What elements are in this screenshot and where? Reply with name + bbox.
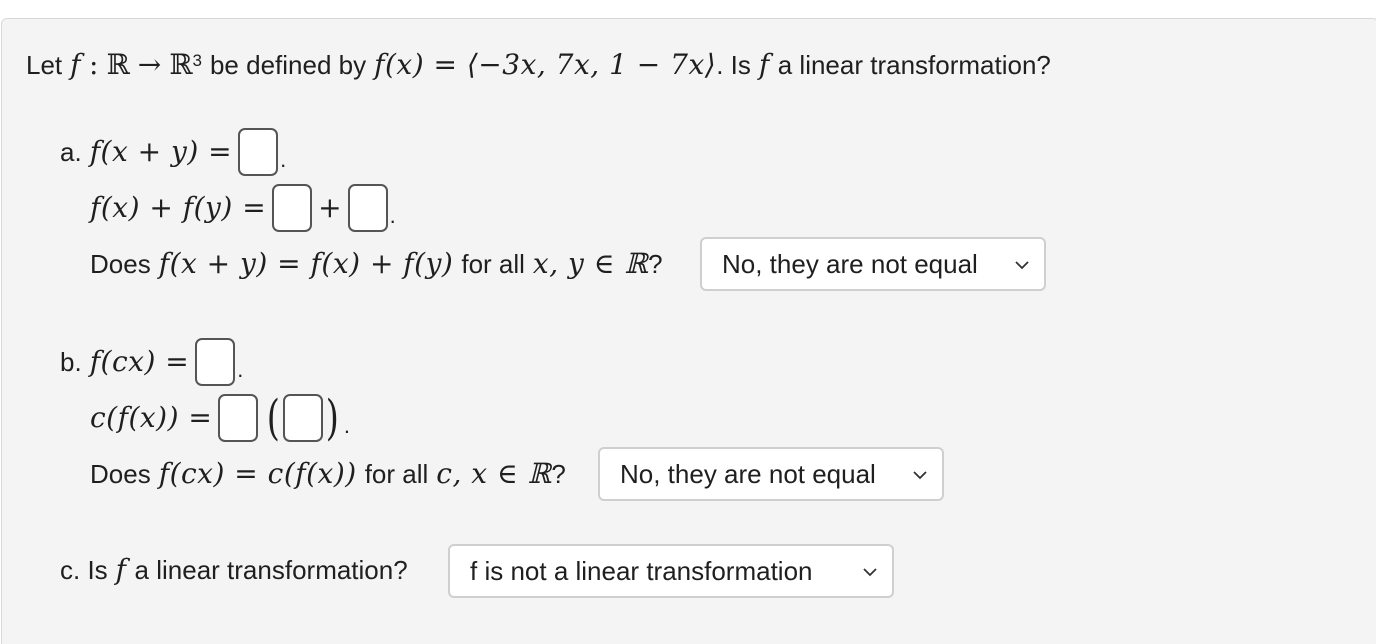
part-b-label: b. (60, 347, 82, 377)
function-symbol: f (70, 48, 82, 81)
part-b-lhs2: c(f(x)) = (90, 401, 213, 434)
be-defined-by: be defined by (209, 50, 367, 80)
part-c-dropdown-value: f is not a linear transformation (470, 555, 813, 586)
answer-box-a2[interactable] (272, 184, 313, 232)
part-b-dropdown-value: No, they are not equal (620, 458, 876, 489)
part-a-dropdown[interactable]: No, they are not equal (700, 237, 1046, 291)
plus-sign: + (318, 191, 342, 224)
answer-box-b2[interactable] (218, 394, 259, 442)
left-paren: ( (267, 390, 281, 446)
chevron-down-icon (863, 568, 877, 577)
answer-box-a3[interactable] (347, 184, 388, 232)
part-b-dropdown[interactable]: No, they are not equal (598, 447, 944, 501)
right-paren: ) (325, 390, 340, 446)
part-a-for-all: for all (461, 249, 525, 279)
part-b-line-2: c(f(x)) = ( ) . (90, 394, 350, 442)
function-symbol-c: f (115, 553, 127, 586)
part-c-text: a linear transformation? (134, 555, 408, 585)
period: . (343, 413, 350, 438)
function-symbol-2: f (758, 48, 770, 81)
part-b-lhs1: f(cx) = (89, 345, 190, 378)
part-a-line-1: a. f(x + y) = . (60, 128, 286, 176)
part-c-label: c. Is (60, 555, 108, 585)
question-linear: a linear transformation? (777, 50, 1051, 80)
function-definition: f(x) = ⟨−3x, 7x, 1 − 7x⟩ (374, 48, 717, 81)
part-a-line-2: f(x) + f(y) = + . (90, 184, 396, 232)
answer-box-b1[interactable] (195, 338, 236, 386)
period: . (389, 203, 396, 228)
part-a-qmark: ? (648, 249, 663, 279)
part-b-qmark: ? (551, 459, 566, 489)
part-a-lhs2: f(x) + f(y) = (90, 191, 267, 224)
part-b-line-3: Does f(cx) = c(f(x)) for all c, x ∈ ℝ ? (90, 458, 566, 490)
arrow: → (137, 48, 162, 81)
question-text: Let f : ℝ → ℝ3 be defined by f(x) = ⟨−3x… (26, 49, 1051, 81)
part-b-for-all: for all (364, 459, 429, 489)
part-a-vars: x, y ∈ ℝ (532, 247, 649, 280)
part-c-line: c. Is f a linear transformation? (60, 554, 408, 586)
part-a-lhs1: f(x + y) = (89, 135, 233, 168)
part-a-dropdown-value: No, they are not equal (722, 248, 978, 279)
colon: : (89, 48, 99, 81)
period: . (237, 357, 244, 382)
period: . (280, 147, 287, 172)
chevron-down-icon (913, 471, 927, 480)
part-b-equation: f(cx) = c(f(x)) (158, 457, 357, 490)
part-b-line-1: b. f(cx) = . (60, 338, 243, 386)
part-a-equation: f(x + y) = f(x) + f(y) (158, 247, 454, 280)
part-b-does: Does (90, 459, 151, 489)
part-a-line-3: Does f(x + y) = f(x) + f(y) for all x, y… (90, 248, 663, 280)
chevron-down-icon (1015, 261, 1029, 270)
answer-box-a1[interactable] (238, 128, 279, 176)
part-a-does: Does (90, 249, 151, 279)
domain-set: ℝ (106, 48, 130, 81)
codomain-exponent: 3 (192, 51, 202, 70)
part-a-label: a. (60, 137, 82, 167)
part-b-vars: c, x ∈ ℝ (436, 457, 552, 490)
question-let: Let (26, 50, 63, 80)
answer-box-b3[interactable] (283, 394, 324, 442)
codomain-set: ℝ (169, 48, 193, 81)
question-is: . Is (716, 50, 751, 80)
part-c-dropdown[interactable]: f is not a linear transformation (448, 544, 894, 598)
